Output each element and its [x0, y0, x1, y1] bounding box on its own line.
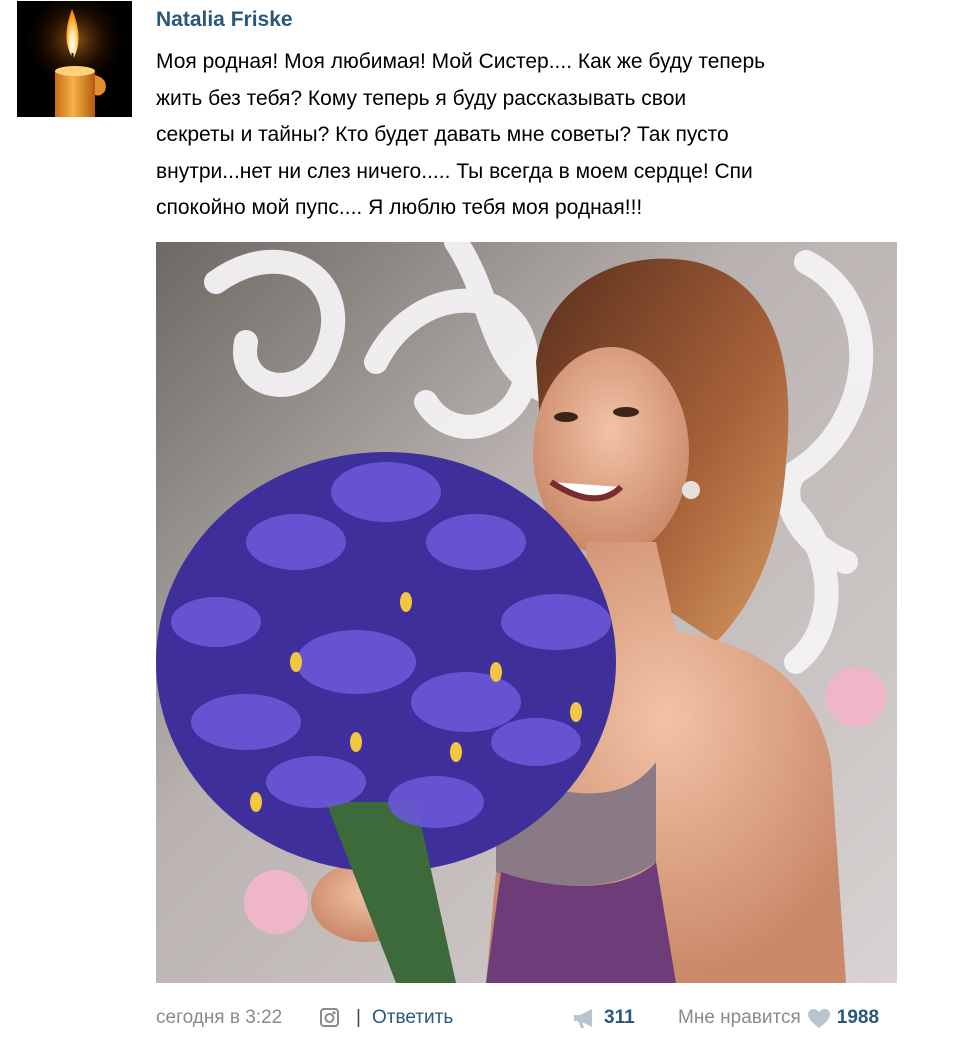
post-text-line: внутри...нет ни слез ничего..... Ты всег… [156, 159, 753, 183]
instagram-icon[interactable] [320, 1008, 339, 1027]
share-button[interactable]: 311 [572, 1003, 635, 1033]
like-label: Мне нравится [678, 1007, 801, 1028]
post-photo[interactable] [156, 242, 897, 983]
post-text-line: Моя родная! Моя любимая! Мой Систер.... … [156, 50, 766, 73]
post-text: Моя родная! Моя любимая! Мой Систер.... … [156, 44, 916, 227]
like-count: 1988 [836, 1007, 880, 1028]
like-button[interactable]: Мне нравится 1988 [678, 1003, 879, 1033]
photo-woman-with-irises [156, 242, 897, 983]
share-count: 311 [604, 1007, 635, 1028]
megaphone-icon [574, 1009, 592, 1028]
post-text-line: секреты и тайны? Кто будет давать мне со… [156, 123, 729, 146]
post-text-line: спокойно мой пупс.... Я люблю тебя моя р… [156, 196, 643, 219]
candle-icon [17, 1, 132, 117]
heart-icon [807, 1008, 830, 1028]
wall-post: Natalia Friske Моя родная! Моя любимая! … [0, 0, 959, 1059]
reply-link[interactable]: Ответить [372, 1003, 453, 1033]
avatar[interactable] [17, 1, 132, 117]
post-footer: сегодня в 3:22 | Ответить 311 Мне нравит… [156, 1003, 926, 1033]
author-name[interactable]: Natalia Friske [156, 8, 293, 32]
post-text-line: жить без тебя? Кому теперь я буду расска… [156, 86, 687, 110]
footer-separator: | [356, 1007, 361, 1028]
post-timestamp[interactable]: сегодня в 3:22 [156, 1003, 282, 1033]
